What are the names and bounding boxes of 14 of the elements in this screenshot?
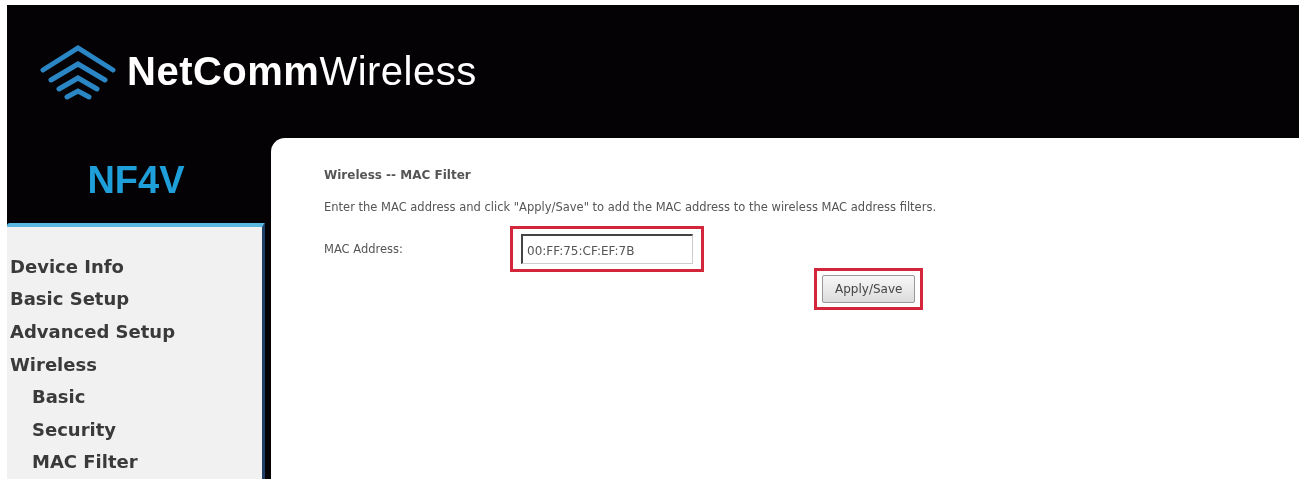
description-text: Enter the MAC address and click "Apply/Save" to add the MAC address to the wireless MAC address filters. bbox=[324, 199, 937, 214]
model-name: NF4V bbox=[87, 158, 185, 202]
sidebar-item[interactable]: Basic bbox=[10, 381, 86, 414]
sidebar-item[interactable]: Security bbox=[10, 413, 117, 447]
field-label: MAC Address: bbox=[324, 241, 404, 256]
mac-address-field[interactable]: 00:FF:75:CF:EF:7B bbox=[521, 233, 693, 264]
sidebar-item[interactable]: Advanced Setup bbox=[10, 316, 175, 349]
sidebar-item[interactable]: Device Info bbox=[10, 250, 124, 284]
sidebar-item[interactable]: Wireless bbox=[10, 348, 97, 382]
apply-save-button[interactable]: Apply/Save bbox=[822, 274, 916, 303]
logo-text: NetCommWireless bbox=[127, 48, 477, 94]
page-title: Wireless -- MAC Filter bbox=[324, 167, 471, 182]
sidebar-item[interactable]: Basic Setup bbox=[10, 283, 130, 317]
sidebar-item[interactable]: MAC Filter bbox=[10, 446, 138, 479]
